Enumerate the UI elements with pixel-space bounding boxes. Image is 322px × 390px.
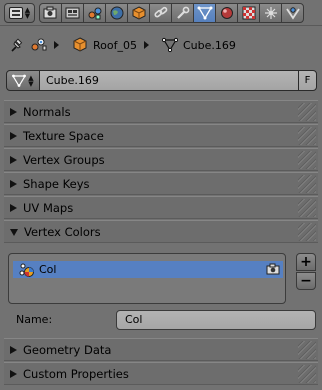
physics-icon: [285, 7, 300, 20]
panel-title: Vertex Groups: [23, 152, 105, 167]
properties-header: ▲ ▼: [0, 0, 322, 26]
panel-drag-handle[interactable]: [298, 103, 316, 121]
mesh-name: Cube.169: [183, 38, 236, 52]
vertex-color-name: Col: [39, 263, 57, 276]
fake-user-button[interactable]: F: [298, 70, 317, 91]
panel-drag-handle[interactable]: [298, 151, 316, 169]
list-item[interactable]: Col: [13, 261, 283, 278]
panel-normals[interactable]: Normals: [4, 100, 318, 123]
constraints-icon: [153, 6, 167, 18]
panel-title: Normals: [23, 104, 71, 119]
panel-title: Shape Keys: [23, 176, 90, 191]
panel-title: Vertex Colors: [24, 224, 101, 239]
panel-drag-handle[interactable]: [298, 199, 316, 217]
pin-icon: [11, 38, 23, 52]
vertex-color-name-field[interactable]: Col: [116, 310, 316, 330]
panel-title: Custom Properties: [23, 366, 129, 381]
name-label: Name:: [16, 313, 53, 326]
tab-mesh-data[interactable]: [193, 3, 216, 23]
render-icon: [43, 6, 56, 19]
breadcrumb-object[interactable]: Roof_05: [72, 37, 137, 53]
dropdown-arrows-icon: ▲ ▼: [28, 73, 34, 88]
collapsed-arrow-icon: [10, 107, 17, 116]
object-icon: [132, 6, 145, 20]
collapsed-arrow-icon: [10, 369, 17, 378]
scene-icon: [88, 7, 101, 20]
panel-title: UV Maps: [23, 200, 74, 215]
tab-modifiers[interactable]: [171, 3, 194, 23]
tab-physics[interactable]: [281, 3, 304, 23]
world-icon: [110, 6, 123, 20]
panel-texture-space[interactable]: Texture Space: [4, 124, 318, 147]
collapsed-arrow-icon: [10, 345, 17, 354]
tab-texture[interactable]: [237, 3, 260, 23]
panel-title: Texture Space: [23, 128, 104, 143]
tab-scene[interactable]: [83, 3, 106, 23]
mesh-data-icon: [162, 37, 178, 53]
tab-material[interactable]: [215, 3, 238, 23]
texture-icon: [242, 6, 255, 20]
expanded-arrow-icon: [10, 229, 18, 236]
panel-shape-keys[interactable]: Shape Keys: [4, 172, 318, 195]
browse-mesh-button[interactable]: ▲ ▼: [6, 70, 40, 91]
pin-button[interactable]: [8, 38, 24, 54]
breadcrumb-mesh[interactable]: Cube.169: [162, 37, 236, 53]
panel-geometry-data[interactable]: Geometry Data: [4, 338, 318, 361]
panel-vertex-colors[interactable]: Vertex Colors: [4, 220, 318, 243]
panel-uv-maps[interactable]: UV Maps: [4, 196, 318, 219]
mesh-data-icon: [197, 6, 212, 20]
mesh-datablock-selector: ▲ ▼ Cube.169 F: [6, 70, 317, 91]
panel-drag-handle[interactable]: [298, 341, 316, 359]
collapsed-arrow-icon: [10, 179, 17, 188]
breadcrumb: Roof_05 Cube.169: [0, 30, 322, 60]
collapsed-arrow-icon: [10, 131, 17, 140]
material-icon: [220, 7, 233, 19]
vertex-color-name-row: Name: Col: [16, 310, 316, 330]
mesh-data-icon: [12, 74, 27, 87]
context-tabs: [39, 3, 304, 23]
tab-render-layers[interactable]: [61, 3, 84, 23]
object-icon: [73, 37, 87, 52]
breadcrumb-separator-icon: [54, 41, 59, 49]
render-layers-icon: [65, 7, 79, 19]
panel-vertex-groups[interactable]: Vertex Groups: [4, 148, 318, 171]
editor-type-button[interactable]: ▲ ▼: [4, 3, 35, 23]
particles-icon: [264, 7, 277, 19]
object-name: Roof_05: [93, 38, 137, 52]
vertex-color-icon: [19, 263, 34, 277]
remove-vertex-color-button[interactable]: −: [296, 272, 316, 290]
breadcrumb-separator-icon: [144, 41, 149, 49]
tab-particles[interactable]: [259, 3, 282, 23]
tab-constraints[interactable]: [149, 3, 172, 23]
tab-world[interactable]: [105, 3, 128, 23]
panel-custom-properties[interactable]: Custom Properties: [4, 362, 318, 385]
panel-title: Geometry Data: [23, 342, 112, 357]
panel-drag-handle[interactable]: [298, 127, 316, 145]
add-vertex-color-button[interactable]: +: [296, 253, 316, 271]
tab-object[interactable]: [127, 3, 150, 23]
panel-drag-handle[interactable]: [298, 365, 316, 383]
dropdown-arrows-icon: ▲ ▼: [24, 6, 31, 20]
collapsed-arrow-icon: [10, 155, 17, 164]
properties-editor-icon: [8, 7, 23, 19]
panel-drag-handle[interactable]: [298, 175, 316, 193]
collapsed-arrow-icon: [10, 203, 17, 212]
vertex-color-list[interactable]: Col: [8, 253, 286, 304]
mesh-name-field[interactable]: Cube.169: [40, 70, 299, 91]
scene-context-button[interactable]: [30, 37, 48, 53]
tab-render[interactable]: [39, 3, 62, 23]
scene-icon: [31, 38, 47, 51]
panel-drag-handle[interactable]: [298, 223, 316, 241]
camera-icon[interactable]: [266, 263, 280, 275]
wrench-icon: [176, 6, 189, 19]
